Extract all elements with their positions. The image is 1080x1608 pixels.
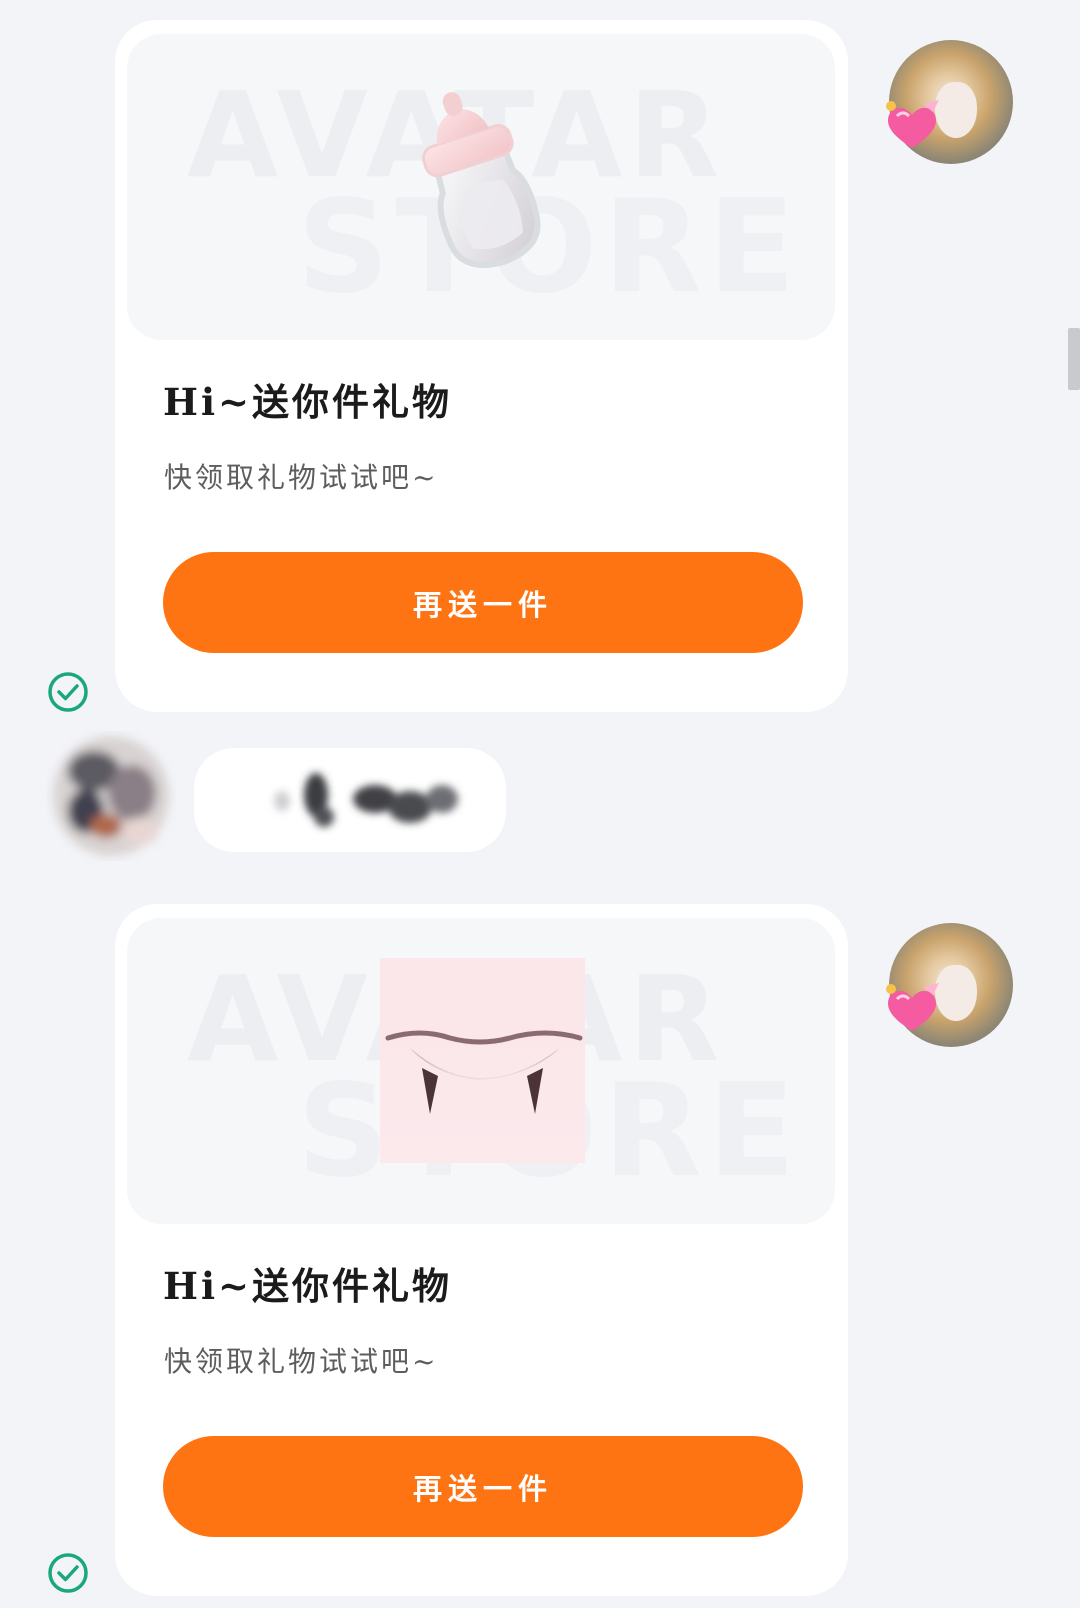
vampire-fangs-mouth-icon — [380, 958, 585, 1163]
redacted-text — [274, 773, 458, 827]
gift-title: Hi~送你件礼物 — [163, 1264, 453, 1308]
scrollbar[interactable] — [1068, 328, 1080, 390]
avatar[interactable] — [886, 40, 1013, 164]
gift-preview: AVATAR STORE — [127, 918, 835, 1224]
gift-card[interactable]: AVATAR STORE Hi~送 — [115, 20, 848, 712]
heart-frame-icon — [886, 983, 939, 1031]
gift-title: Hi~送你件礼物 — [163, 380, 453, 424]
avatar-face — [935, 82, 977, 138]
send-another-button[interactable]: 再送一件 — [163, 1436, 803, 1537]
gift-preview: AVATAR STORE — [127, 34, 835, 340]
avatar[interactable] — [886, 923, 1013, 1047]
gift-subtitle: 快领取礼物试试吧~ — [164, 1345, 439, 1378]
baby-bottle-icon — [421, 92, 541, 268]
sent-check-icon — [47, 1552, 89, 1594]
avatar[interactable] — [46, 731, 176, 861]
message-bubble[interactable] — [194, 748, 506, 852]
heart-frame-icon — [886, 100, 939, 148]
gift-card[interactable]: AVATAR STORE Hi~送你件礼物 快领取礼物试试吧~ 再送一件 — [115, 904, 848, 1596]
gift-subtitle: 快领取礼物试试吧~ — [164, 461, 439, 494]
sent-check-icon — [47, 671, 89, 713]
send-another-button[interactable]: 再送一件 — [163, 552, 803, 653]
avatar-face — [935, 965, 977, 1021]
